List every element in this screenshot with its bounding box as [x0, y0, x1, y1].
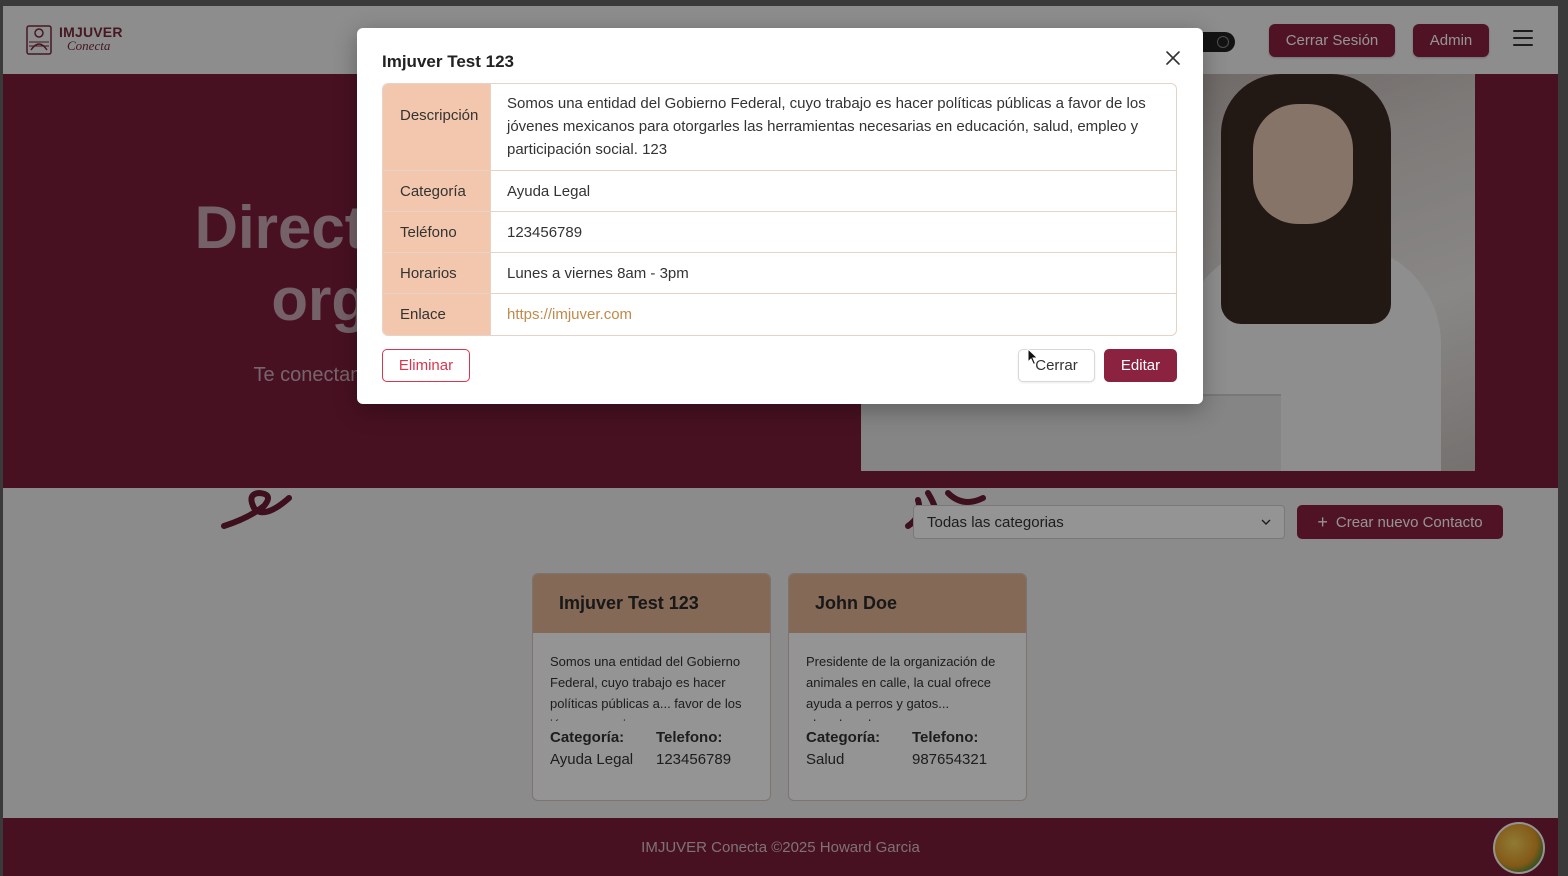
app-window: IMJUVER Conecta Cerrar Sesión Admin Dire… — [3, 6, 1558, 876]
details-label: Horarios — [383, 253, 491, 293]
details-value: Somos una entidad del Gobierno Federal, … — [507, 95, 1146, 158]
details-value: Lunes a viernes 8am - 3pm — [507, 264, 689, 282]
close-icon[interactable] — [1163, 48, 1183, 68]
details-row-phone: Teléfono 123456789 — [383, 212, 1176, 253]
website-link[interactable]: https://imjuver.com — [507, 303, 632, 326]
details-label: Categoría — [383, 171, 491, 211]
details-row-description: Descripción Somos una entidad del Gobier… — [383, 84, 1176, 171]
details-table: Descripción Somos una entidad del Gobier… — [382, 83, 1177, 336]
modal-title: Imjuver Test 123 — [382, 52, 514, 71]
details-value: Ayuda Legal — [507, 182, 591, 200]
details-value-cell: https://imjuver.com — [491, 294, 1176, 335]
details-row-link: Enlace https://imjuver.com — [383, 294, 1176, 335]
details-value: 123456789 — [507, 223, 583, 241]
delete-button[interactable]: Eliminar — [382, 349, 470, 382]
details-label: Descripción — [383, 84, 491, 170]
contact-detail-modal: Imjuver Test 123 Descripción Somos una e… — [357, 28, 1203, 404]
details-label: Enlace — [383, 294, 491, 335]
cursor-icon — [1027, 348, 1039, 366]
edit-button[interactable]: Editar — [1104, 349, 1177, 382]
details-label: Teléfono — [383, 212, 491, 252]
details-row-category: Categoría Ayuda Legal — [383, 171, 1176, 212]
details-row-hours: Horarios Lunes a viernes 8am - 3pm — [383, 253, 1176, 294]
